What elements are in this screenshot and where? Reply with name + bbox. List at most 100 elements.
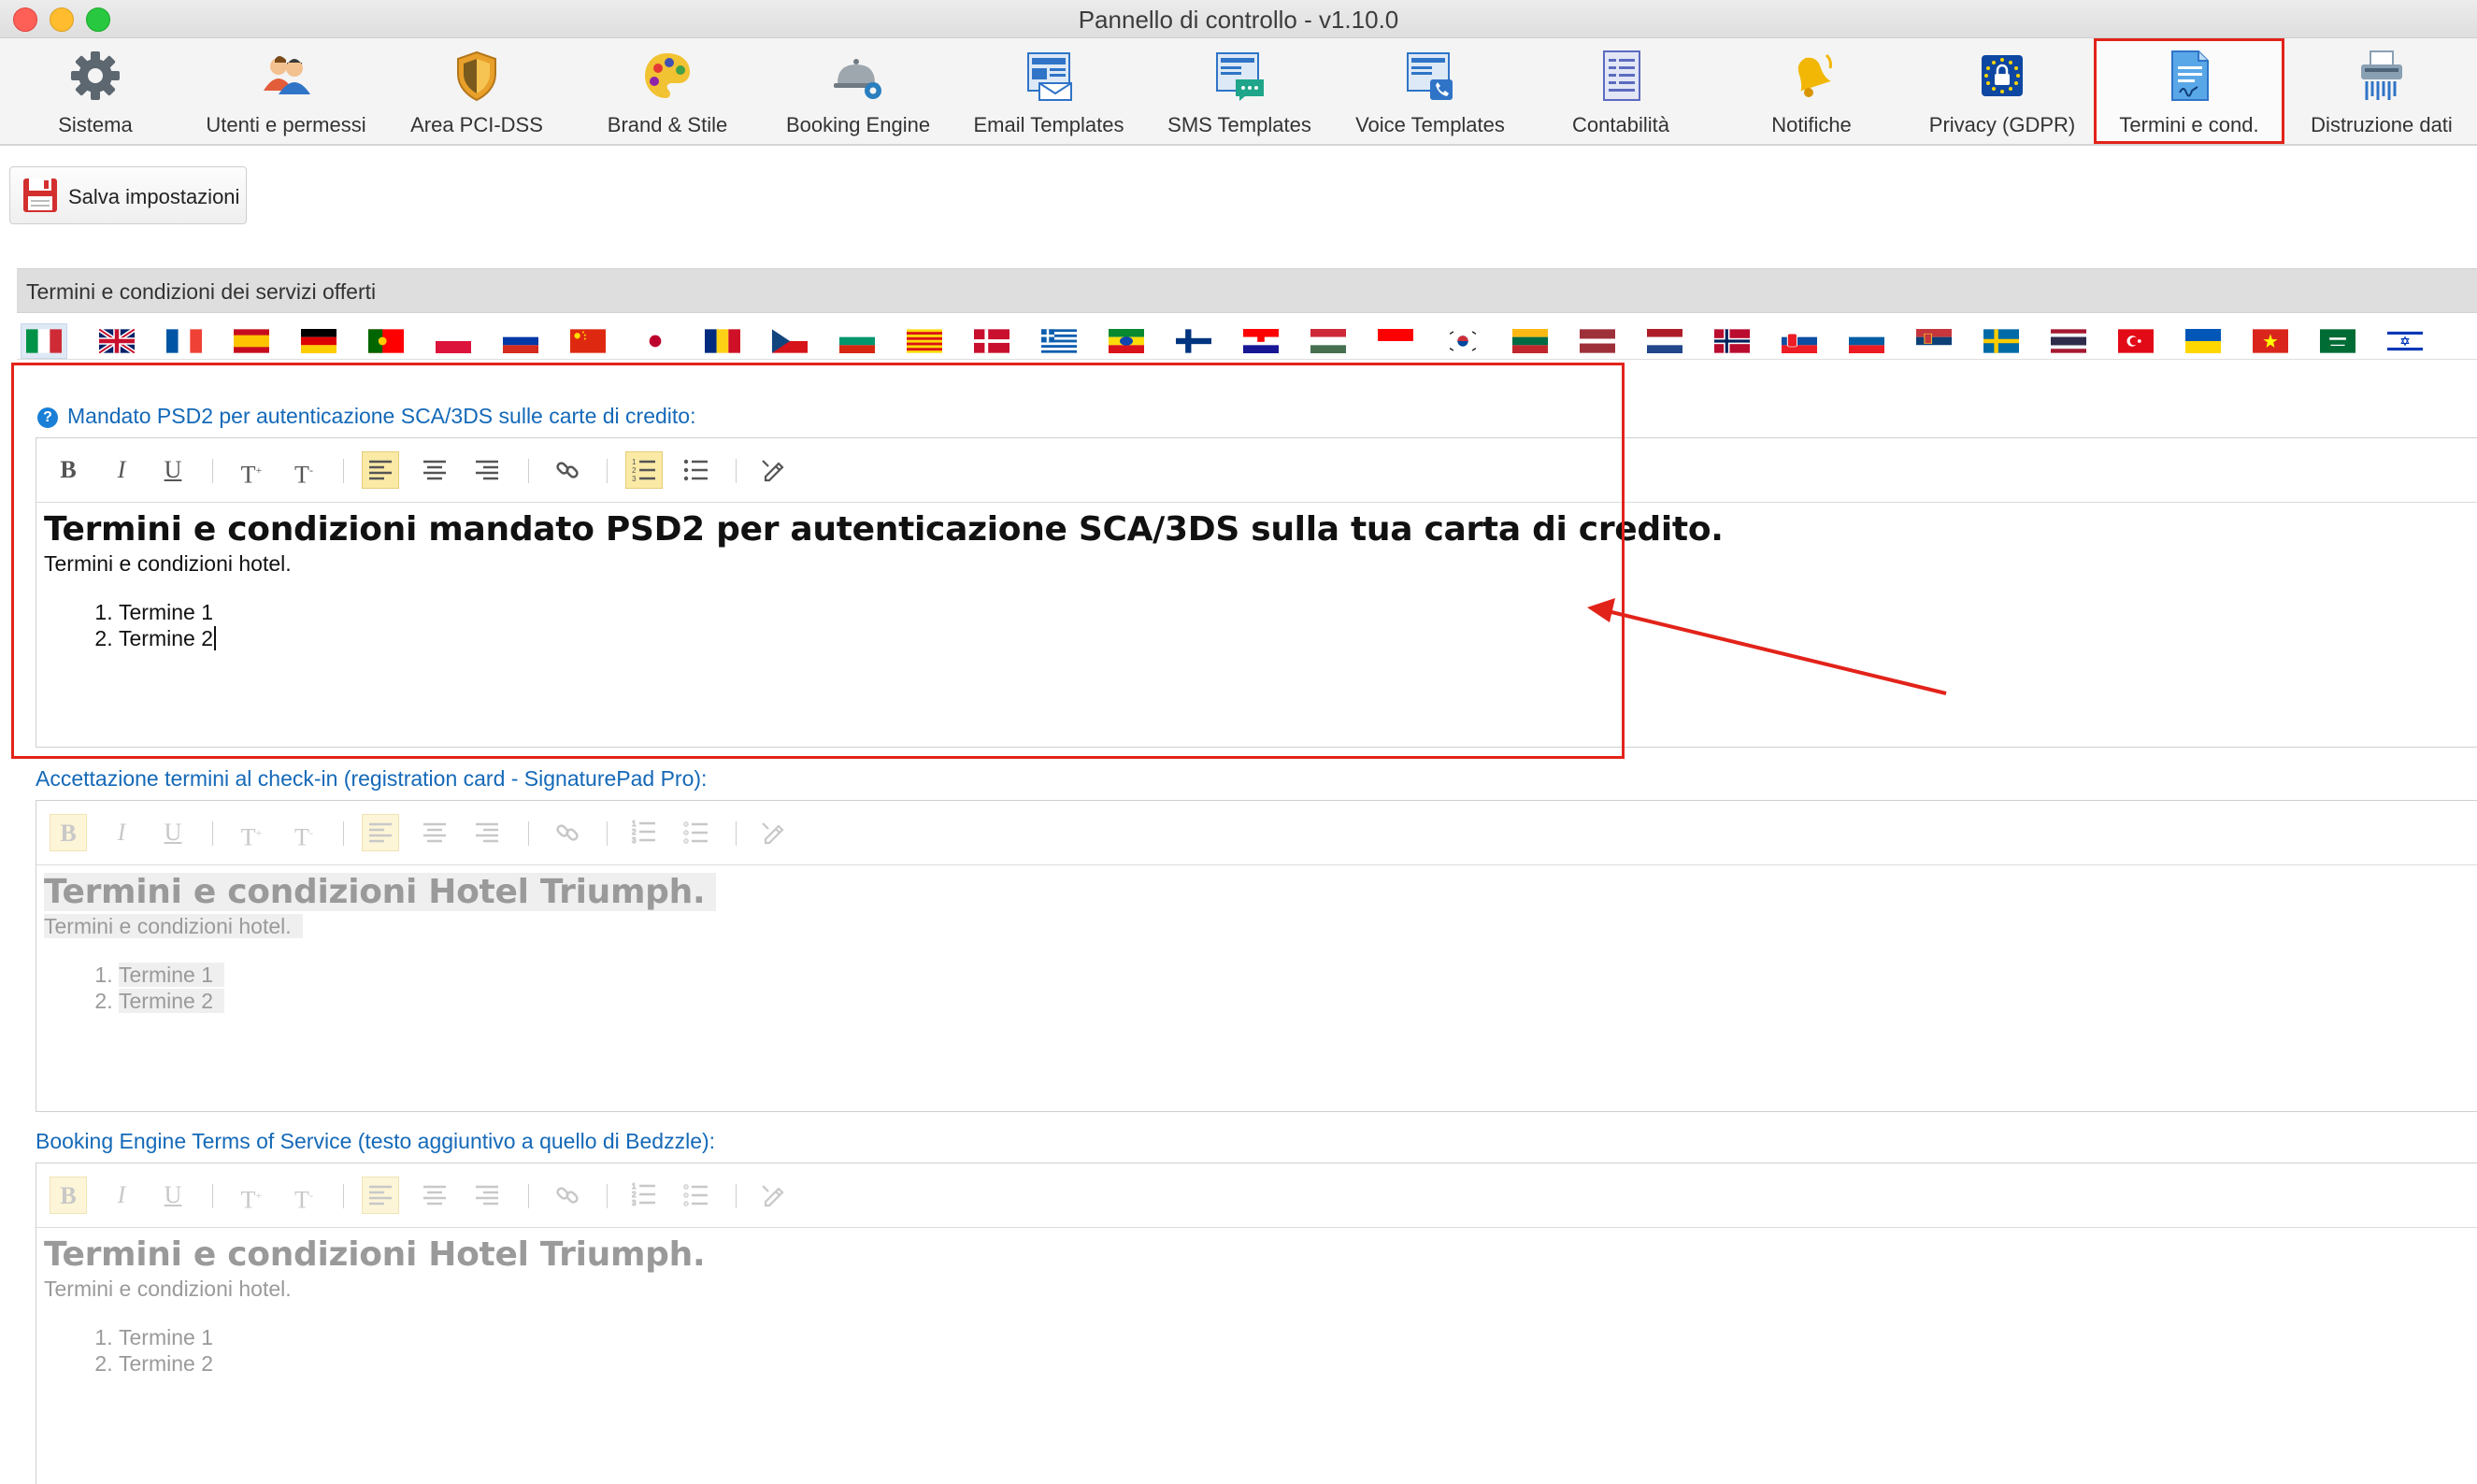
tab-label: Utenti e permessi [206,113,366,136]
flag-nl-icon[interactable] [1647,329,1682,353]
align-left-button [362,814,399,851]
flag-lt-icon[interactable] [1512,329,1548,353]
flag-hr-icon[interactable] [1243,329,1279,353]
tab-voice-templates[interactable]: Voice Templates [1335,38,1525,144]
signed-document-icon [2171,50,2209,101]
flag-rs-icon[interactable] [1916,329,1952,353]
flag-de-icon[interactable] [301,329,336,353]
flag-ua-icon[interactable] [2185,329,2221,353]
flag-bg-icon[interactable] [839,329,875,353]
flag-it[interactable] [21,323,67,359]
tab-notifiche[interactable]: Notifiche [1716,38,1907,144]
link-icon [556,1187,579,1204]
align-center-icon [423,822,446,843]
flag-hu-icon[interactable] [1310,329,1346,353]
clear-format-button [754,1177,792,1214]
tab-privacy-gdpr[interactable]: Privacy (GDPR) [1907,38,2098,144]
tab-sistema[interactable]: Sistema [0,38,191,144]
align-right-button [468,814,506,851]
clear-format-button [754,814,792,851]
tab-utenti-e-permessi[interactable]: Utenti e permessi [191,38,381,144]
tab-label: SMS Templates [1167,113,1311,136]
section-header: Termini e condizioni dei servizi offerti [17,268,2477,313]
ledger-icon [1603,50,1640,101]
tab-area-pci-dss[interactable]: Area PCI-DSS [381,38,572,144]
tab-label: Termini e cond. [2119,113,2259,136]
svg-text:3: 3 [632,1199,637,1206]
toolbar-separator [607,821,608,846]
flag-sa-icon[interactable] [2320,329,2355,353]
tab-contabilita[interactable]: Contabilità [1525,38,1716,144]
flag-es-icon[interactable] [234,329,269,353]
italic-button: I [117,1181,126,1208]
flag-il-icon[interactable] [2387,329,2423,353]
flag-id-icon[interactable] [1378,329,1413,353]
tab-sms-templates[interactable]: SMS Templates [1144,38,1335,144]
editor-content: Termini e condizioni Hotel Triumph. Term… [44,1234,2477,1377]
tab-termini-e-cond[interactable]: Termini e cond. [2094,38,2284,144]
section-title: Termini e condizioni dei servizi offerti [26,279,377,304]
editor-heading: Termini e condizioni Hotel Triumph. [44,1235,706,1274]
flag-se-icon[interactable] [1983,329,2019,353]
flag-fi-icon[interactable] [1176,329,1211,353]
toolbar-separator [343,1184,344,1208]
list-item: Termine 2 [119,988,2477,1014]
tab-booking-engine[interactable]: Booking Engine [763,38,953,144]
align-left-icon [369,822,392,843]
voice-template-icon [1407,52,1453,100]
flag-vn-icon[interactable] [2253,329,2288,353]
flag-kr-icon[interactable] [1445,329,1481,353]
tab-email-templates[interactable]: Email Templates [953,38,1144,144]
shield-icon [457,50,496,102]
users-icon [264,56,310,94]
font-size-down-button: T- [294,823,313,851]
tab-label: Privacy (GDPR) [1928,113,2076,136]
editor-content: Termini e condizioni Hotel Triumph. Term… [44,872,2477,1014]
tab-label: Distruzione dati [2311,113,2453,136]
flag-ro-icon[interactable] [705,329,740,353]
unordered-list-button [678,1177,715,1214]
flag-jp-icon[interactable] [637,329,673,353]
save-settings-label: Salva impostazioni [68,185,240,208]
flag-it-icon [26,329,62,353]
flag-tr-icon[interactable] [2118,329,2154,353]
tab-label: Brand & Stile [607,113,728,136]
flag-fr-icon[interactable] [166,329,202,353]
tab-brand-stile[interactable]: Brand & Stile [572,38,763,144]
tab-label: Email Templates [973,113,1124,136]
bold-button: B [50,1177,87,1214]
flag-ca-icon[interactable] [907,329,942,353]
editor-toolbar: B I U T+ T- 123 [36,801,2477,865]
flag-cn-icon[interactable] [570,329,606,353]
underline-button: U [164,819,182,846]
flag-pt-icon[interactable] [368,329,404,353]
editor-text: Termini e condizioni hotel. [44,913,2477,939]
editor-label-booking-tos: Booking Engine Terms of Service (testo a… [36,1129,716,1153]
flag-ru-icon[interactable] [503,329,538,353]
flag-et-icon[interactable] [1109,329,1144,353]
flag-dk-icon[interactable] [974,329,1009,353]
flag-cz-icon[interactable] [772,329,808,353]
link-icon [556,824,579,841]
flag-sk-icon[interactable] [1782,329,1817,353]
flag-pl-icon[interactable] [436,329,471,353]
editor-booking-tos: B I U T+ T- 123 Termini e condizioni Hot… [36,1163,2477,1484]
editor-label-checkin: Accettazione termini al check-in (regist… [36,766,708,791]
link-button [549,814,586,851]
font-size-up-button: T+ [240,823,263,851]
flag-th-icon[interactable] [2051,329,2086,353]
tab-label: Sistema [58,113,133,136]
flag-no-icon[interactable] [1714,329,1750,353]
align-right-icon [476,822,498,843]
flag-gr-icon[interactable] [1041,329,1077,353]
italic-button: I [117,819,126,846]
editor-heading: Termini e condizioni Hotel Triumph. [44,872,2477,913]
list-item-text: Termine 2 [119,989,224,1013]
flag-gb-icon[interactable] [99,329,135,353]
flag-lv-icon[interactable] [1580,329,1615,353]
toolbar-separator [736,821,737,846]
flag-si-icon[interactable] [1849,329,1884,353]
gear-icon [71,51,120,100]
save-settings-button[interactable]: Salva impostazioni [9,166,247,224]
tab-distruzione-dati[interactable]: Distruzione dati [2286,38,2477,144]
